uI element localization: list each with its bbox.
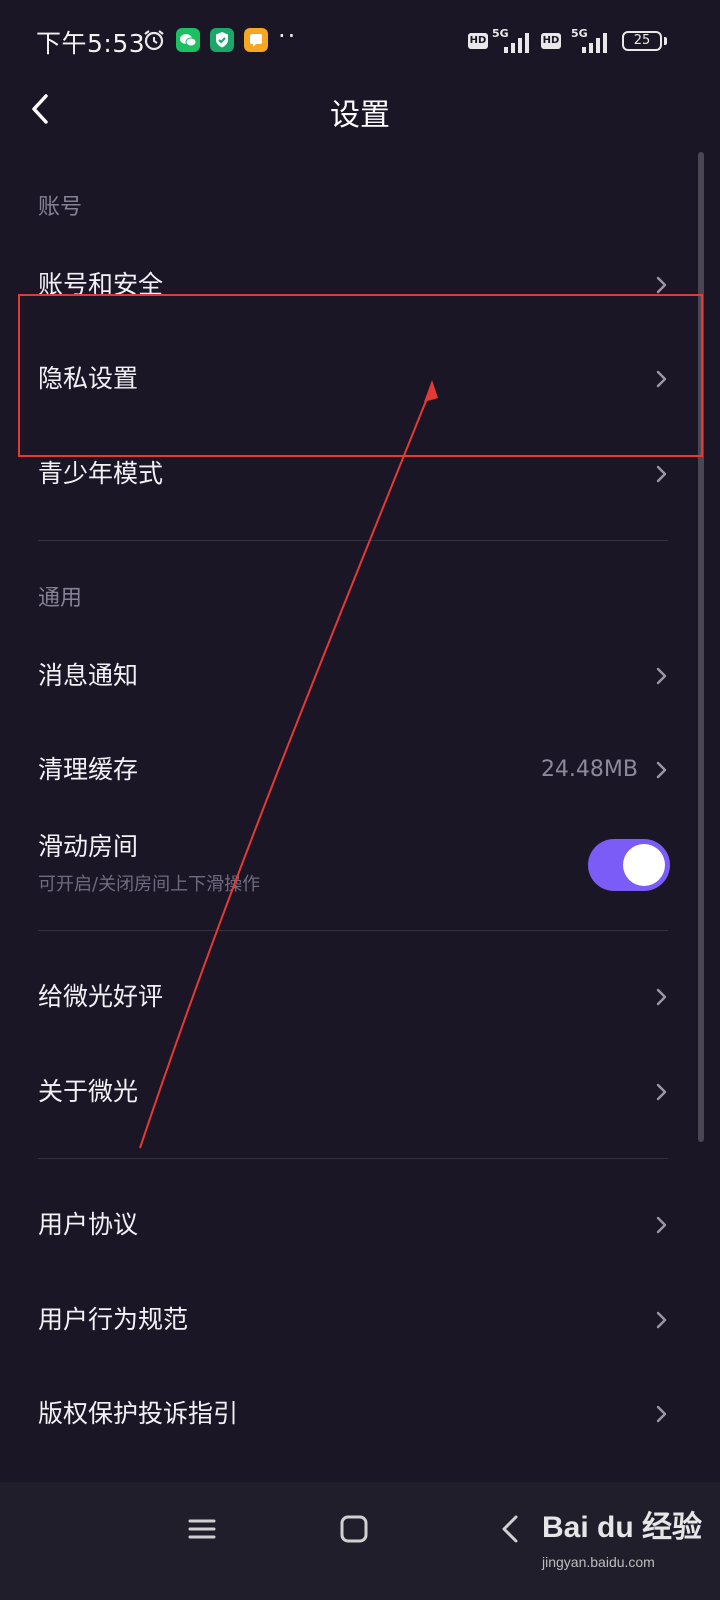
signal-icon [504, 33, 529, 53]
settings-row-swipe-room: 滑动房间 可开启/关闭房间上下滑操作 [0, 822, 700, 912]
more-notifications-icon: ·· [278, 22, 298, 50]
alarm-icon [144, 30, 164, 51]
settings-row-copyright[interactable]: 版权保护投诉指引 [0, 1374, 700, 1454]
status-time: 下午5:53 [36, 29, 146, 58]
chevron-right-icon [656, 761, 667, 779]
chevron-right-icon [656, 276, 667, 294]
home-icon[interactable] [332, 1507, 376, 1551]
settings-row-privacy[interactable]: 隐私设置 [0, 339, 700, 419]
cache-size-value: 24.48MB [540, 757, 638, 782]
message-app-icon [244, 28, 268, 52]
divider [38, 540, 668, 541]
chevron-right-icon [656, 1311, 667, 1329]
swipe-room-toggle[interactable] [588, 839, 670, 891]
settings-row-account-security[interactable]: 账号和安全 [0, 245, 700, 325]
row-label: 给微光好评 [38, 982, 164, 1011]
chevron-right-icon [656, 667, 667, 685]
row-label: 版权保护投诉指引 [38, 1399, 239, 1428]
divider [38, 1158, 668, 1159]
signal-icon [582, 33, 607, 53]
row-label: 消息通知 [38, 661, 139, 690]
settings-screen: 下午5:53 ·· HD 5G HD 5G 25 设置 账号 账号和安全 隐私设… [0, 0, 720, 1600]
watermark-text: Bai du 经验 [542, 1511, 703, 1544]
nav-bar: 设置 [0, 86, 720, 134]
chevron-right-icon [656, 988, 667, 1006]
row-label: 清理缓存 [38, 755, 139, 784]
settings-row-user-conduct[interactable]: 用户行为规范 [0, 1280, 700, 1360]
battery-icon: 25 [622, 31, 662, 51]
watermark-url: jingyan.baidu.com [542, 1554, 655, 1570]
settings-row-rate-app[interactable]: 给微光好评 [0, 957, 700, 1037]
chevron-right-icon [656, 1083, 667, 1101]
toggle-knob [623, 844, 665, 886]
row-label: 关于微光 [38, 1077, 139, 1106]
system-back-icon[interactable] [490, 1507, 534, 1551]
security-shield-icon [210, 28, 234, 52]
hd-badge: HD [541, 33, 561, 49]
row-label: 青少年模式 [38, 459, 164, 488]
row-label: 用户协议 [38, 1210, 139, 1239]
settings-row-notifications[interactable]: 消息通知 [0, 636, 700, 716]
battery-tip [664, 37, 667, 45]
chevron-right-icon [656, 1216, 667, 1234]
row-label: 账号和安全 [38, 270, 164, 299]
page-title: 设置 [330, 98, 390, 133]
chevron-right-icon [656, 1405, 667, 1423]
row-label: 滑动房间 [38, 832, 139, 861]
chevron-right-icon [656, 370, 667, 388]
status-bar: 下午5:53 ·· HD 5G HD 5G 25 [0, 0, 720, 86]
menu-icon[interactable] [180, 1507, 224, 1551]
divider [38, 930, 668, 931]
section-header-account: 账号 [38, 195, 83, 220]
settings-row-about[interactable]: 关于微光 [0, 1052, 700, 1132]
settings-row-teen-mode[interactable]: 青少年模式 [0, 434, 700, 514]
chevron-right-icon [656, 465, 667, 483]
row-label: 隐私设置 [38, 364, 139, 393]
wechat-icon [176, 28, 200, 52]
row-subtitle: 可开启/关闭房间上下滑操作 [38, 874, 261, 895]
row-label: 用户行为规范 [38, 1305, 189, 1334]
section-header-general: 通用 [38, 586, 83, 611]
settings-row-clear-cache[interactable]: 清理缓存 24.48MB [0, 730, 700, 810]
baidu-jingyan-watermark: Bai du 经验 jingyan.baidu.com [542, 1496, 710, 1590]
hd-badge: HD [468, 33, 488, 49]
settings-row-user-agreement[interactable]: 用户协议 [0, 1185, 700, 1265]
